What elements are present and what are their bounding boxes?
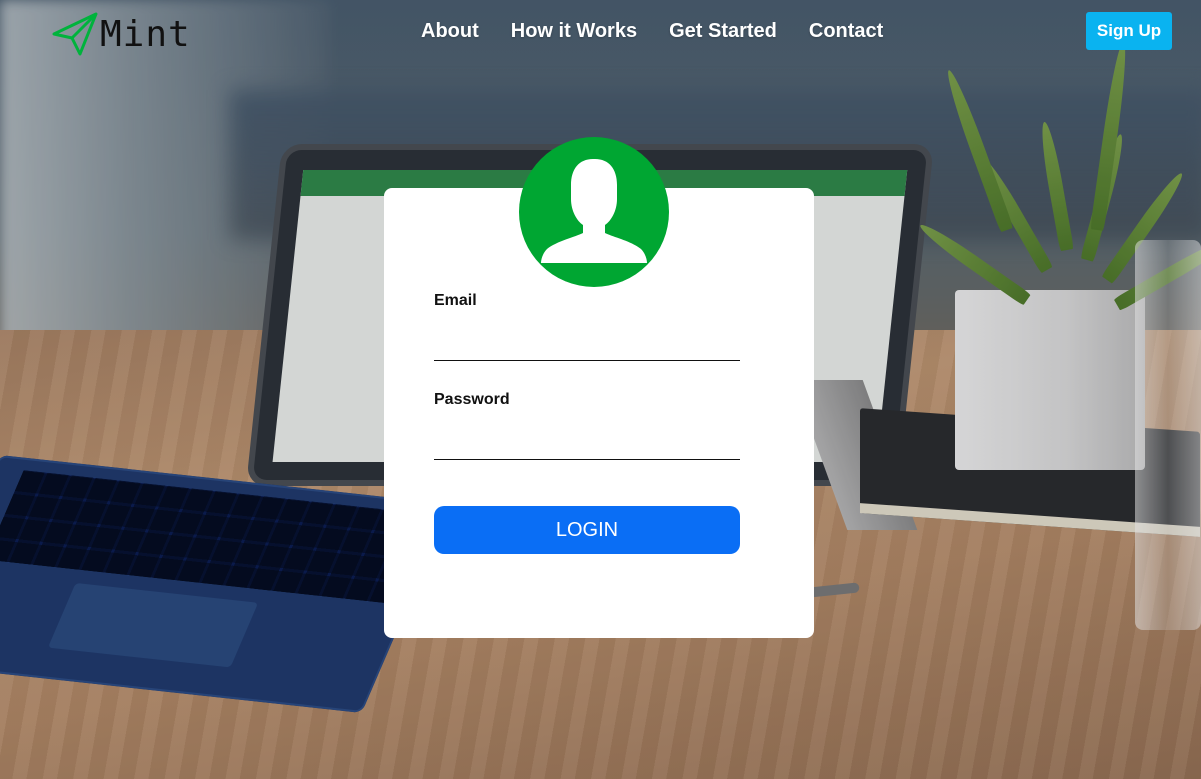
nav-link-how-it-works[interactable]: How it Works	[495, 18, 653, 45]
login-button[interactable]: LOGIN	[434, 506, 740, 554]
email-field[interactable]	[434, 327, 740, 361]
nav-link-get-started[interactable]: Get Started	[653, 18, 793, 45]
login-page: Mint About How it Works Get Started Cont…	[0, 0, 1201, 779]
brand-name: Mint	[100, 13, 191, 55]
user-silhouette-icon	[519, 137, 669, 287]
nav-link-contact[interactable]: Contact	[793, 18, 899, 45]
main-nav: About How it Works Get Started Contact	[405, 18, 899, 45]
password-label: Password	[434, 391, 510, 408]
password-field[interactable]	[434, 426, 740, 460]
brand-logo[interactable]: Mint	[52, 10, 191, 58]
nav-link-about[interactable]: About	[405, 18, 495, 45]
email-label: Email	[434, 292, 477, 309]
paper-plane-icon	[52, 12, 98, 56]
sign-up-button[interactable]: Sign Up	[1086, 12, 1172, 50]
